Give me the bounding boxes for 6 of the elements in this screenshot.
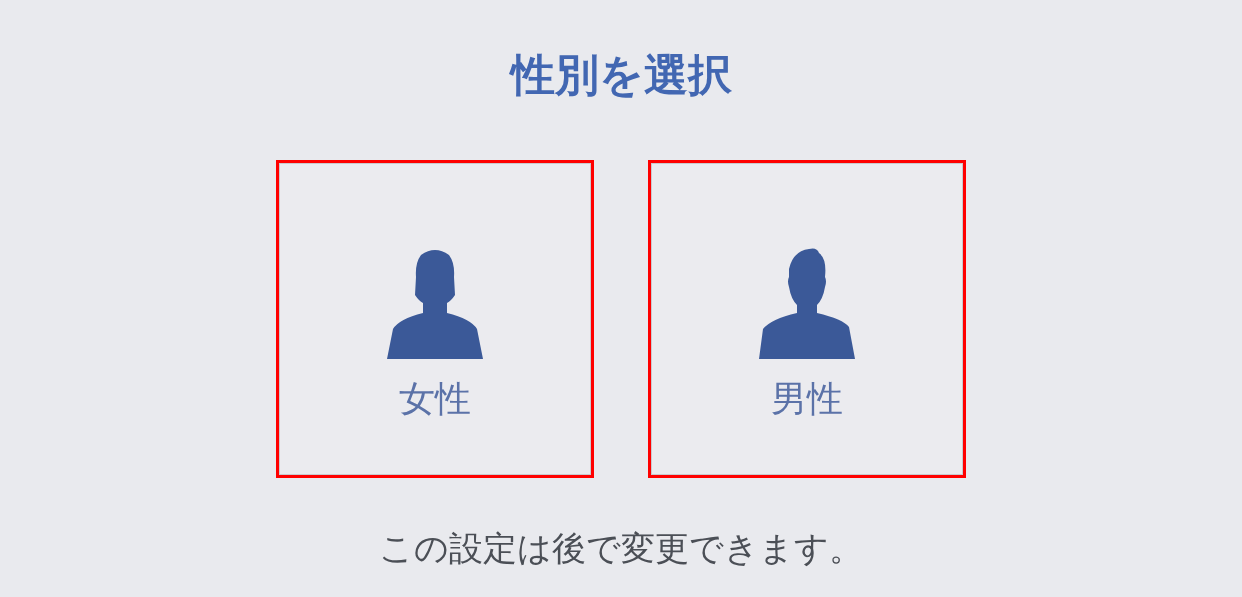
gender-option-button[interactable]: 女性	[276, 160, 594, 478]
gender-option-button[interactable]: 男性	[648, 160, 966, 478]
page-title: 性別を選択	[510, 48, 732, 102]
woman-silhouette-icon	[387, 247, 483, 359]
hint-text: この設定は後で変更できます。	[379, 527, 863, 570]
man-silhouette-icon	[759, 247, 855, 359]
